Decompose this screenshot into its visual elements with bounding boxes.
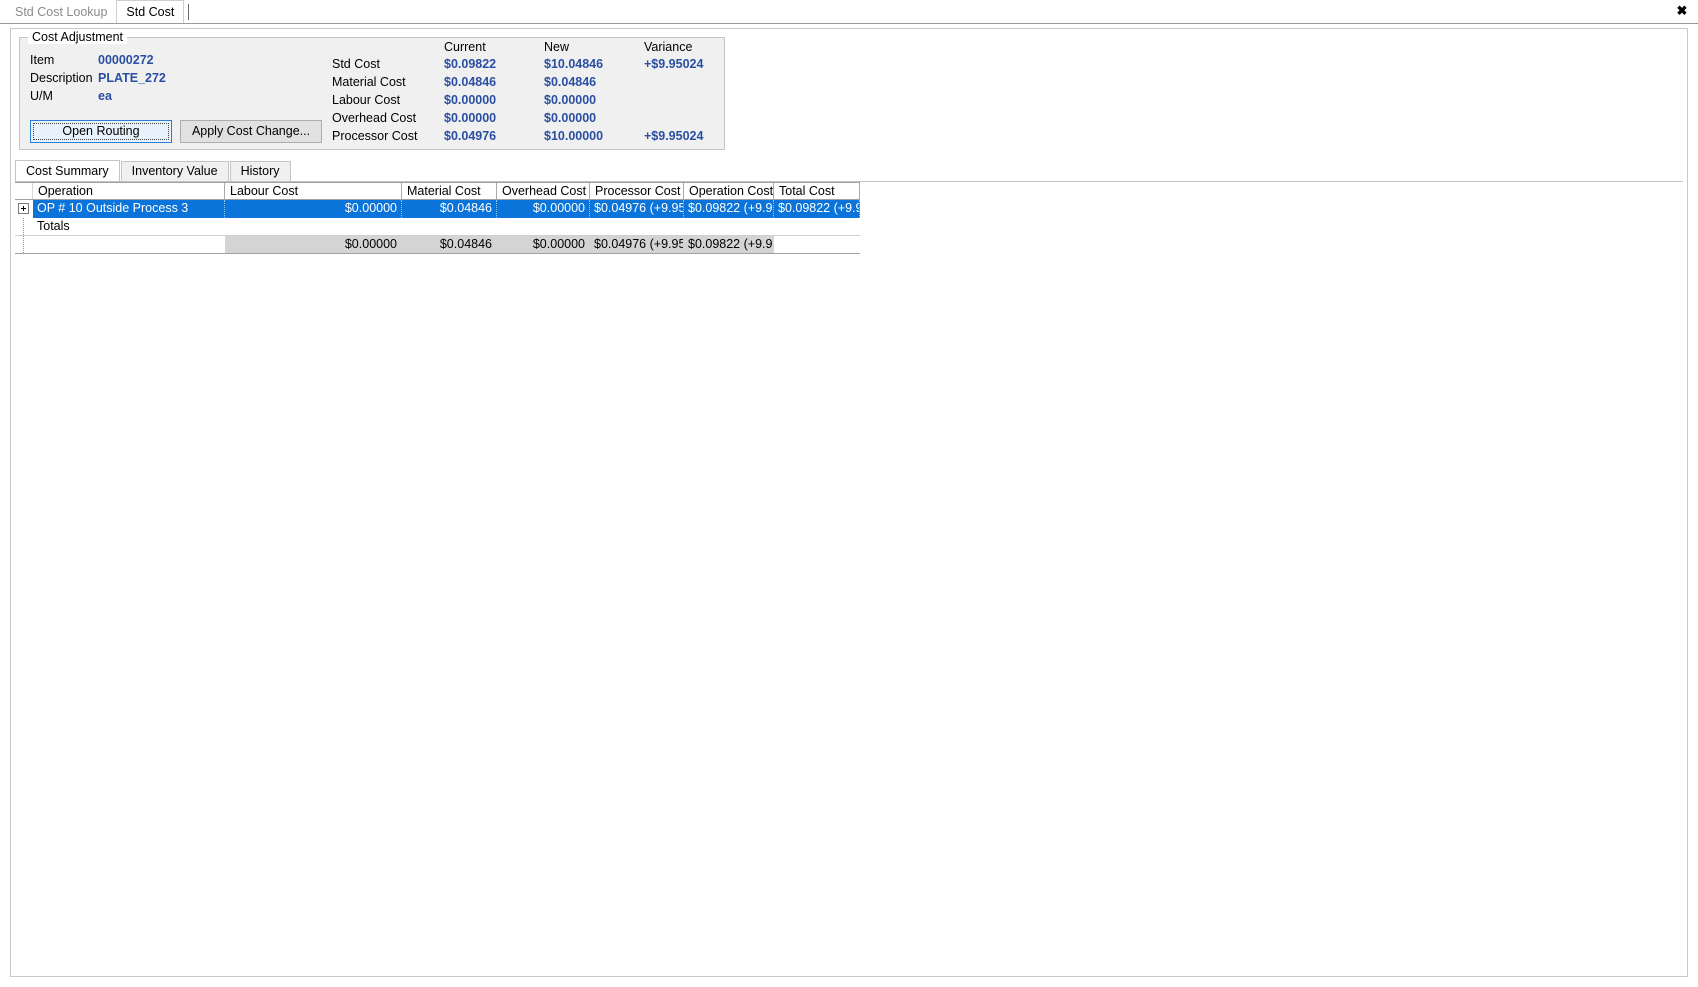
column-header-processor-cost[interactable]: Processor Cost (590, 183, 684, 199)
tab-history[interactable]: History (229, 161, 291, 181)
totals-row-gutter (15, 218, 33, 235)
item-fields: Item 00000272 Description PLATE_272 U/M … (30, 53, 166, 107)
expand-row-icon[interactable] (18, 203, 29, 214)
column-header-overhead-cost[interactable]: Overhead Cost (497, 183, 590, 199)
column-variance: Variance (644, 40, 693, 54)
cost-row-processor-cost-new: $10.00000 (544, 129, 604, 143)
close-icon[interactable]: ✖ (1674, 3, 1690, 19)
column-header-operation-cost[interactable]: Operation Cost (684, 183, 774, 199)
cost-row-std-cost-variance: +$9.95024 (644, 57, 704, 71)
window-tab-std-cost-lookup[interactable]: Std Cost Lookup (6, 1, 116, 23)
cell-total-cost: $0.09822 (+9.95... (774, 200, 860, 218)
cost-row-labour-cost: Labour Cost $0.00000 $0.00000 (332, 93, 744, 111)
totals-label-spacer-2 (402, 218, 497, 235)
totals-value-processor-cost: $0.04976 (+9.950... (594, 237, 683, 251)
grid-header-row: Operation Labour Cost Material Cost Over… (15, 182, 860, 200)
grid-gutter-header (15, 183, 33, 199)
open-routing-button[interactable]: Open Routing (30, 120, 172, 143)
grid-row-gutter (15, 200, 33, 218)
totals-label-spacer-4 (590, 218, 684, 235)
cost-row-material-cost-label: Material Cost (332, 75, 406, 89)
column-header-labour-cost[interactable]: Labour Cost (225, 183, 402, 199)
table-row[interactable]: OP # 10 Outside Process 3 $0.00000 $0.04… (15, 200, 860, 218)
tree-line-end (23, 236, 25, 253)
field-description-label: Description (30, 71, 93, 85)
window-tab-bar: Std Cost Lookup Std Cost ✖ (0, 0, 1698, 24)
cell-operation: OP # 10 Outside Process 3 (33, 200, 225, 218)
tree-line (23, 218, 25, 235)
totals-value-material-cost: $0.04846 (439, 237, 492, 251)
cost-row-std-cost-new: $10.04846 (544, 57, 604, 71)
cost-row-processor-cost-label: Processor Cost (332, 129, 418, 143)
cell-labour-cost: $0.00000 (225, 200, 402, 218)
cost-row-labour-cost-current: $0.00000 (444, 93, 497, 107)
cost-row-labour-cost-new: $0.00000 (544, 93, 597, 107)
cost-row-material-cost-current: $0.04846 (444, 75, 497, 89)
cost-adjustment-groupbox: Cost Adjustment Item 00000272 Descriptio… (19, 30, 725, 150)
field-item-value: 00000272 (98, 53, 154, 67)
totals-value-total-cost (774, 236, 860, 253)
column-current: Current (444, 40, 486, 54)
field-item: Item 00000272 (30, 53, 166, 71)
totals-label-spacer-1 (225, 218, 402, 235)
field-uom: U/M ea (30, 89, 166, 107)
totals-value-operation-cost: $0.09822 (+9.950... (688, 237, 773, 251)
field-item-label: Item (30, 53, 55, 67)
cost-row-labour-cost-label: Labour Cost (332, 93, 401, 107)
cost-row-overhead-cost-label: Overhead Cost (332, 111, 417, 125)
column-header-material-cost[interactable]: Material Cost (402, 183, 497, 199)
main-panel: Cost Adjustment Item 00000272 Descriptio… (10, 28, 1688, 977)
cell-material-cost: $0.04846 (402, 200, 497, 218)
totals-label-row: Totals (15, 218, 860, 236)
tab-strip-caret (188, 4, 190, 20)
cost-row-material-cost: Material Cost $0.04846 $0.04846 (332, 75, 744, 93)
tab-cost-summary[interactable]: Cost Summary (15, 160, 120, 181)
detail-tab-strip: Cost Summary Inventory Value History (15, 160, 1683, 182)
open-routing-label: Open Routing (62, 124, 140, 138)
field-description-value: PLATE_272 (98, 71, 166, 85)
window-tab-list: Std Cost Lookup Std Cost (0, 0, 1698, 23)
field-uom-value: ea (98, 89, 112, 103)
cost-row-processor-cost: Processor Cost $0.04976 $10.00000 +$9.95… (332, 129, 744, 147)
cost-row-std-cost: Std Cost $0.09822 $10.04846 +$9.95024 (332, 57, 744, 75)
totals-values-row: $0.00000 $0.04846 $0.00000 $0.04976 (+9.… (15, 236, 860, 254)
field-uom-label: U/M (30, 89, 53, 103)
cost-row-overhead-cost-new: $0.00000 (544, 111, 597, 125)
totals-value-labour-cost: $0.00000 (344, 237, 397, 251)
cost-summary-grid: Operation Labour Cost Material Cost Over… (15, 182, 860, 254)
field-description: Description PLATE_272 (30, 71, 166, 89)
cost-adjustment-buttons: Open Routing Apply Cost Change... (30, 120, 322, 143)
totals-label: Totals (37, 219, 70, 233)
column-header-total-cost[interactable]: Total Cost (774, 183, 860, 199)
cost-row-processor-cost-variance: +$9.95024 (644, 129, 704, 143)
totals-label-spacer-3 (497, 218, 590, 235)
tab-inventory-value[interactable]: Inventory Value (120, 161, 229, 181)
cell-operation-cost: $0.09822 (+9.95... (684, 200, 774, 218)
totals-label-spacer-6 (774, 218, 860, 235)
cell-overhead-cost: $0.00000 (497, 200, 590, 218)
totals-values-gutter (15, 236, 33, 253)
column-new: New (544, 40, 570, 54)
cost-row-overhead-cost: Overhead Cost $0.00000 $0.00000 (332, 111, 744, 129)
totals-value-overhead-cost: $0.00000 (532, 237, 585, 251)
cost-row-std-cost-current: $0.09822 (444, 57, 497, 71)
cost-row-overhead-cost-current: $0.00000 (444, 111, 497, 125)
totals-label-spacer-5 (684, 218, 774, 235)
cell-processor-cost: $0.04976 (+9.950... (590, 200, 684, 218)
totals-value-operation (33, 236, 225, 253)
cost-comparison-header: Current New Variance (332, 40, 744, 57)
cost-comparison-table: Current New Variance Std Cost $0.09822 $… (332, 40, 744, 147)
column-header-operation[interactable]: Operation (33, 183, 225, 199)
cost-row-std-cost-label: Std Cost (332, 57, 380, 71)
cost-row-processor-cost-current: $0.04976 (444, 129, 497, 143)
apply-cost-change-button[interactable]: Apply Cost Change... (180, 120, 322, 143)
window-tab-std-cost[interactable]: Std Cost (116, 0, 185, 23)
cost-row-material-cost-new: $0.04846 (544, 75, 597, 89)
